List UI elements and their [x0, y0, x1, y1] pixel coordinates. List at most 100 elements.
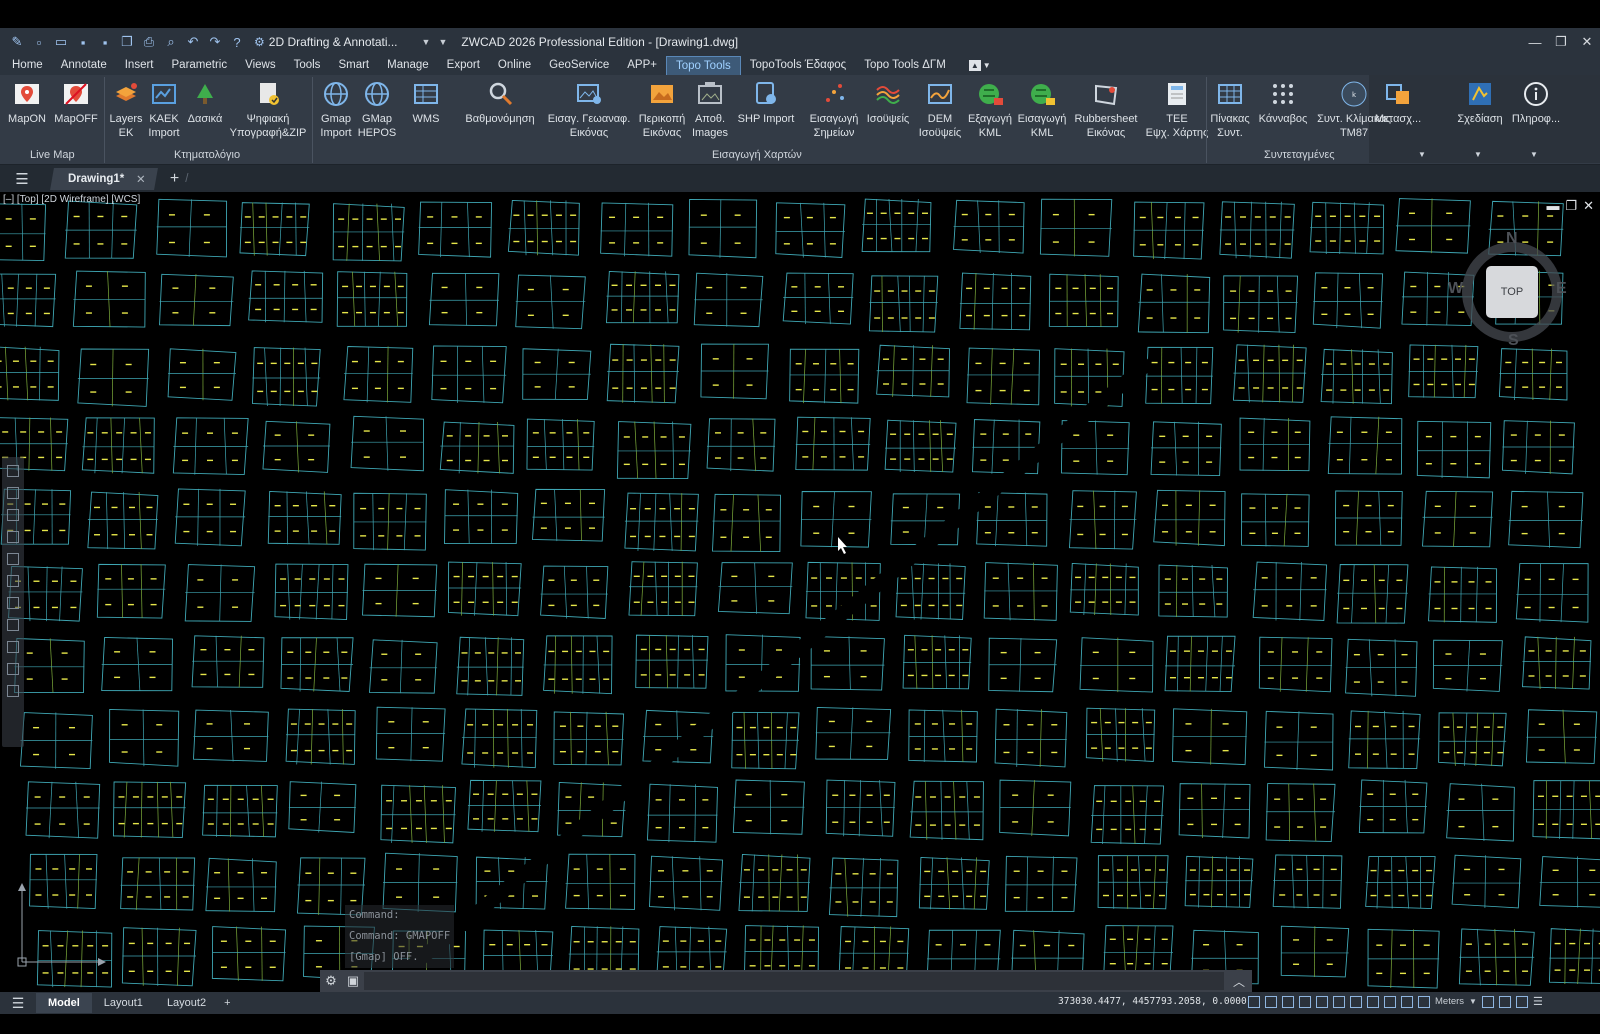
psifiaki-ypografi-button[interactable]: Ψηφιακή Υπογραφή&ZIP [228, 79, 308, 140]
layout-tab-layout1[interactable]: Layout1 [92, 993, 155, 1013]
toolbar-tool-icon[interactable] [7, 575, 19, 587]
layers-ek-button[interactable]: Layers EK [108, 79, 144, 140]
viewport-restore-icon[interactable]: ❐ [1565, 198, 1577, 214]
apoth-images-button[interactable]: Αποθ. Images [688, 79, 732, 140]
menu-hamburger-icon[interactable]: ☰ [0, 170, 44, 188]
toolbar-tool-icon[interactable] [7, 619, 19, 631]
redo-icon[interactable]: ↷ [204, 31, 226, 53]
layout-menu-icon[interactable]: ☰ [0, 995, 36, 1012]
perikopi-eikonas-button[interactable]: Περικοπή Εικόνας [636, 79, 688, 140]
menu-topo-tools-dgm[interactable]: Topo Tools ΔΓΜ [855, 56, 955, 75]
compass-west[interactable]: W [1448, 280, 1463, 298]
dyn-icon[interactable] [1350, 995, 1362, 1008]
menu-insert[interactable]: Insert [116, 56, 163, 75]
drawing-canvas[interactable]: [–] [Top] [2D Wireframe] [WCS] ▬ ❐ ✕ TOP… [0, 192, 1600, 992]
toolbar-tool-icon[interactable] [7, 465, 19, 477]
otrack-icon[interactable] [1333, 995, 1345, 1008]
polar-icon[interactable] [1299, 995, 1311, 1008]
ribbon-minimize-toggle[interactable]: ▲ ▼ [968, 60, 991, 71]
gear-icon[interactable]: ⚙ [320, 973, 342, 989]
annotation-scale-icon[interactable] [1481, 995, 1494, 1008]
command-input[interactable] [364, 972, 1224, 990]
annotation-icon[interactable] [1418, 995, 1430, 1008]
toolbar-tool-icon[interactable] [7, 641, 19, 653]
pliroforia-button[interactable]: Πληροφ... [1508, 79, 1564, 126]
wms-button[interactable]: WMS [406, 79, 446, 126]
toolbar-tool-icon[interactable] [7, 487, 19, 499]
eisagogi-kml-button[interactable]: Εισαγωγή KML [1016, 79, 1068, 140]
command-window-icon[interactable]: ▣ [342, 973, 364, 989]
mapoff-button[interactable]: MapOFF [53, 79, 99, 126]
menu-app-plus[interactable]: APP+ [618, 56, 666, 75]
mapon-button[interactable]: MapON [6, 79, 48, 126]
transparency-icon[interactable] [1384, 995, 1396, 1008]
dasika-button[interactable]: Δασικά [186, 79, 224, 126]
viewport-minimize-icon[interactable]: ▬ [1546, 198, 1559, 214]
isoupseis-button[interactable]: Ισοϋψείς [864, 79, 912, 126]
save-as-icon[interactable]: ▪ [94, 31, 116, 53]
close-tab-icon[interactable]: ✕ [136, 172, 146, 186]
preview-icon[interactable]: ⌕ [160, 31, 182, 53]
toolbar-tool-icon[interactable] [7, 597, 19, 609]
viewport-label[interactable]: [–] [Top] [2D Wireframe] [WCS] [3, 194, 140, 205]
new-icon[interactable]: ▫ [28, 31, 50, 53]
menu-parametric[interactable]: Parametric [163, 56, 237, 75]
chevron-down-icon[interactable]: ▼ [1530, 150, 1538, 159]
chevron-down-icon[interactable]: ▼ [1469, 997, 1477, 1006]
menu-annotate[interactable]: Annotate [52, 56, 116, 75]
menu-home[interactable]: Home [3, 56, 52, 75]
layout-tab-layout2[interactable]: Layout2 [155, 993, 218, 1013]
menu-views[interactable]: Views [236, 56, 284, 75]
workspace-selector[interactable]: ⚙ 2D Drafting & Annotati... ▼ ▼ [254, 35, 447, 49]
selection-cycling-icon[interactable] [1401, 995, 1413, 1008]
fullscreen-icon[interactable] [1515, 995, 1528, 1008]
vathmonomisi-button[interactable]: Βαθμονόμηση [460, 79, 540, 126]
toolbar-tool-icon[interactable] [7, 553, 19, 565]
compass-east[interactable]: E [1556, 280, 1567, 298]
toolbar-tool-icon[interactable] [7, 509, 19, 521]
app-logo-icon[interactable]: ✎ [6, 31, 28, 53]
compass-north[interactable]: N [1506, 230, 1518, 248]
workspace-icon[interactable] [1498, 995, 1511, 1008]
close-icon[interactable]: ✕ [1574, 28, 1600, 56]
customize-qat-icon[interactable]: ▼ [438, 37, 447, 47]
compass-south[interactable]: S [1508, 332, 1519, 350]
copy-icon[interactable]: ❐ [116, 31, 138, 53]
save-icon[interactable]: ▪ [72, 31, 94, 53]
viewport-close-icon[interactable]: ✕ [1583, 198, 1594, 214]
viewcube-top-face[interactable]: TOP [1486, 266, 1538, 318]
exagogi-kml-button[interactable]: Εξαγωγή KML [964, 79, 1016, 140]
chevron-down-icon[interactable]: ▼ [1474, 150, 1482, 159]
menu-manage[interactable]: Manage [378, 56, 438, 75]
open-icon[interactable]: ▭ [50, 31, 72, 53]
viewcube[interactable]: TOP N S E W [1448, 230, 1572, 352]
cursor-coordinates[interactable]: 373030.4477, 4457793.2058, 0.0000 [1058, 996, 1247, 1007]
kaek-import-button[interactable]: KAEK Import [146, 79, 182, 140]
grid-icon[interactable] [1265, 995, 1277, 1008]
gmap-import-button[interactable]: Gmap Import [316, 79, 356, 140]
toolbar-tool-icon[interactable] [7, 531, 19, 543]
tee-map-button[interactable]: TEE Εψχ. Χάρτης [1144, 79, 1210, 140]
toolbar-tool-icon[interactable] [7, 663, 19, 675]
osnap-icon[interactable] [1316, 995, 1328, 1008]
menu-tools[interactable]: Tools [285, 56, 330, 75]
gmap-hepos-button[interactable]: GMap HEPOS [356, 79, 398, 140]
layout-tab-model[interactable]: Model [36, 993, 92, 1013]
minimize-icon[interactable]: — [1522, 28, 1548, 56]
pinakas-synt-button[interactable]: Πίνακας Συντ. [1208, 79, 1252, 140]
snap-icon[interactable] [1248, 995, 1260, 1008]
add-layout-icon[interactable]: + [224, 997, 230, 1009]
sxediasi-button[interactable]: Σχεδίαση [1456, 79, 1504, 126]
menu-export[interactable]: Export [438, 56, 489, 75]
new-tab-icon[interactable]: + [170, 170, 179, 188]
chevron-up-icon[interactable]: ︿ [1226, 973, 1252, 990]
menu-topo-tools[interactable]: Topo Tools [666, 56, 741, 75]
menu-smart[interactable]: Smart [329, 56, 378, 75]
lineweight-icon[interactable] [1367, 995, 1379, 1008]
menu-topotools-edafos[interactable]: TopoTools Έδαφος [741, 56, 855, 75]
eisagogi-simeion-button[interactable]: Εισαγωγή Σημείων [806, 79, 862, 140]
rubbersheet-button[interactable]: Rubbersheet Εικόνας [1070, 79, 1142, 140]
undo-icon[interactable]: ↶ [182, 31, 204, 53]
menu-online[interactable]: Online [489, 56, 540, 75]
print-icon[interactable]: ⎙ [138, 31, 160, 53]
